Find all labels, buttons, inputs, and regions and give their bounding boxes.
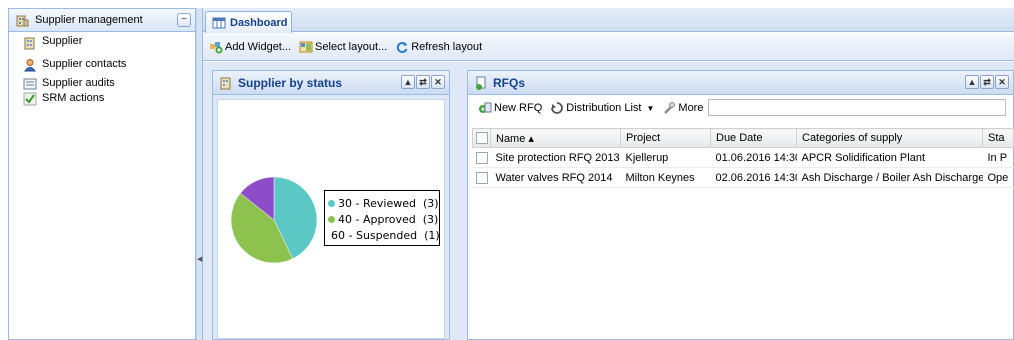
supplier-by-status-widget: Supplier by status ▲ ⇄ ✕ 30 - Reviewed (… <box>212 70 450 340</box>
collapse-widget-button[interactable]: ▲ <box>401 75 415 89</box>
select-layout-label: Select layout... <box>315 40 388 53</box>
widget-header[interactable]: Supplier by status ▲ ⇄ ✕ <box>213 71 449 95</box>
close-widget-button[interactable]: ✕ <box>995 75 1009 89</box>
dropdown-arrow-icon: ▼ <box>646 103 655 113</box>
column-header-name[interactable]: Name ▴ <box>490 128 621 148</box>
add-widget-button[interactable]: Add Widget... <box>207 40 293 54</box>
new-rfq-label: New RFQ <box>494 102 543 114</box>
contact-person-icon <box>23 58 37 72</box>
chart-area: 30 - Reviewed (3) 40 - Approved (3) 60 -… <box>217 99 445 339</box>
nav-item-supplier-contacts[interactable]: Supplier contacts <box>9 57 195 72</box>
column-header-categories[interactable]: Categories of supply <box>796 128 983 148</box>
checkmark-icon <box>23 92 37 106</box>
nav-item-label: SRM actions <box>42 92 105 104</box>
collapse-widget-button[interactable]: ▲ <box>965 75 979 89</box>
row-checkbox[interactable] <box>472 147 491 168</box>
column-header-project[interactable]: Project <box>620 128 711 148</box>
supplier-building-icon <box>219 76 233 90</box>
nav-item-label: Supplier contacts <box>42 58 127 70</box>
column-header-status[interactable]: Sta <box>982 128 1014 148</box>
new-rfq-button[interactable]: New RFQ <box>476 101 544 115</box>
legend-label: 60 - Suspended (1) <box>331 228 440 242</box>
table-row[interactable]: Site protection RFQ 2013 Kjellerup 01.06… <box>472 147 1014 168</box>
nav-item-label: Supplier <box>42 35 83 47</box>
cell-project: Milton Keynes <box>620 167 711 188</box>
dashboard-grid-icon <box>212 16 226 30</box>
cell-name: Site protection RFQ 2013 <box>490 147 621 168</box>
audit-list-icon <box>23 77 37 91</box>
cell-due-date: 02.06.2016 14:30 <box>710 167 797 188</box>
distribution-list-button[interactable]: Distribution List ▼ <box>548 101 656 115</box>
rfq-table: Name ▴ Project Due Date Categories of su… <box>472 128 1014 188</box>
nav-item-label: Supplier audits <box>42 77 115 89</box>
refresh-widget-button[interactable]: ⇄ <box>980 75 994 89</box>
new-rfq-icon <box>478 101 492 115</box>
legend-dot <box>328 215 335 223</box>
rfq-toolbar: New RFQ Distribution List ▼ More ▼ <box>468 96 1013 120</box>
select-all-checkbox[interactable] <box>472 128 491 148</box>
rfqs-widget: RFQs ▲ ⇄ ✕ New RFQ Distribution List ▼ M… <box>467 70 1014 340</box>
panel-header: Supplier management − <box>9 9 195 32</box>
cell-categories: Ash Discharge / Boiler Ash Discharge <box>796 167 983 188</box>
supplier-building-icon <box>23 36 37 50</box>
widget-title: RFQs <box>493 75 526 90</box>
close-widget-button[interactable]: ✕ <box>431 75 445 89</box>
refresh-widget-button[interactable]: ⇄ <box>416 75 430 89</box>
rfq-icon <box>474 76 488 90</box>
table-header-row: Name ▴ Project Due Date Categories of su… <box>472 128 1014 148</box>
rfq-search-input[interactable] <box>708 99 1006 116</box>
widget-header[interactable]: RFQs ▲ ⇄ ✕ <box>468 71 1013 95</box>
tab-bar: Dashboard <box>203 8 1014 33</box>
refresh-layout-label: Refresh layout <box>411 40 483 53</box>
row-checkbox[interactable] <box>472 167 491 188</box>
add-widget-label: Add Widget... <box>225 40 292 53</box>
cell-status: Ope <box>982 167 1014 188</box>
cell-due-date: 01.06.2016 14:30 <box>710 147 797 168</box>
widget-title: Supplier by status <box>238 75 343 90</box>
select-layout-button[interactable]: Select layout... <box>297 40 389 54</box>
panel-splitter[interactable] <box>196 8 203 340</box>
refresh-layout-button[interactable]: Refresh layout <box>393 40 484 54</box>
legend-item: 60 - Suspended (1) <box>328 227 440 243</box>
cell-project: Kjellerup <box>620 147 711 168</box>
layout-icon <box>299 40 313 54</box>
table-row[interactable]: Water valves RFQ 2014 Milton Keynes 02.0… <box>472 167 1014 188</box>
collapse-arrow-icon[interactable]: ◀ <box>197 255 202 263</box>
refresh-icon <box>395 40 409 54</box>
cell-status: In P <box>982 147 1014 168</box>
legend-label: 40 - Approved (3) <box>338 212 439 226</box>
pie-chart <box>230 176 318 264</box>
legend-item: 30 - Reviewed (3) <box>328 195 439 211</box>
panel-title: Supplier management <box>35 14 143 26</box>
collapse-button[interactable]: − <box>177 13 191 27</box>
chart-legend: 30 - Reviewed (3) 40 - Approved (3) 60 -… <box>324 190 440 246</box>
cell-name: Water valves RFQ 2014 <box>490 167 621 188</box>
tab-dashboard[interactable]: Dashboard <box>205 11 292 33</box>
wrench-icon <box>662 101 676 115</box>
nav-item-supplier[interactable]: Supplier <box>9 35 195 57</box>
nav-item-supplier-audits[interactable]: Supplier audits <box>9 76 195 91</box>
supplier-management-icon <box>15 13 29 27</box>
add-widget-icon <box>209 40 223 54</box>
supplier-management-panel: Supplier management − Supplier Supplier … <box>8 8 196 340</box>
distribution-list-label: Distribution List <box>566 102 642 114</box>
cell-categories: APCR Solidification Plant <box>796 147 983 168</box>
distribution-list-icon <box>550 101 564 115</box>
legend-dot <box>328 199 335 207</box>
legend-item: 40 - Approved (3) <box>328 211 439 227</box>
more-label: More <box>678 102 704 114</box>
nav-item-srm-actions[interactable]: SRM actions <box>9 91 195 106</box>
tab-label: Dashboard <box>230 16 288 29</box>
column-header-due-date[interactable]: Due Date <box>710 128 797 148</box>
dashboard-toolbar: Add Widget... Select layout... Refresh l… <box>203 33 1014 61</box>
legend-label: 30 - Reviewed (3) <box>338 196 439 210</box>
